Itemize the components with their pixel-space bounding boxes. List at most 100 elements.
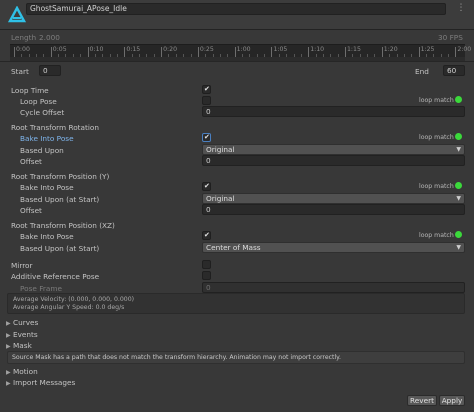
additive-pose-label: Additive Reference Pose xyxy=(11,272,100,281)
curves-label: Curves xyxy=(13,318,39,327)
motion-label: Motion xyxy=(13,367,38,376)
timeline-tick xyxy=(14,47,15,57)
position-xz-section-label: Root Transform Position (XZ) xyxy=(11,221,115,230)
loop-match-indicator-icon xyxy=(455,96,462,103)
cycle-offset-field[interactable]: 0 xyxy=(202,106,465,117)
loop-pose-label: Loop Pose xyxy=(20,97,57,106)
fps-value: 30 FPS xyxy=(438,33,463,42)
position-y-based-upon-label: Based Upon (at Start) xyxy=(20,195,100,204)
animation-clip-icon xyxy=(8,6,26,23)
timeline-tick-label: 1:15 xyxy=(347,46,361,53)
events-label: Events xyxy=(13,330,38,339)
apply-button[interactable]: Apply xyxy=(439,395,465,406)
end-label: End xyxy=(415,67,429,76)
position-xz-bake-checkbox[interactable] xyxy=(202,231,211,240)
loop-pose-checkbox[interactable] xyxy=(202,96,211,105)
timeline-tick-label: 1:25 xyxy=(420,46,435,53)
chevron-down-icon: ▼ xyxy=(456,146,461,153)
motion-foldout[interactable]: ▶ Motion xyxy=(6,367,38,376)
timeline-tick xyxy=(381,47,383,57)
position-y-bake-checkbox[interactable] xyxy=(202,182,211,191)
position-y-section-label: Root Transform Position (Y) xyxy=(11,172,110,181)
additive-pose-checkbox[interactable] xyxy=(202,271,211,280)
rotation-offset-label: Offset xyxy=(20,157,42,166)
timeline-tick-label: 2:00 xyxy=(457,46,472,53)
timeline-tick-label: 0:00 xyxy=(16,46,30,53)
timeline-tick-label: 1:05 xyxy=(273,46,288,53)
curves-foldout[interactable]: ▶ Curves xyxy=(6,318,38,327)
mirror-checkbox[interactable] xyxy=(202,260,211,269)
position-xz-based-upon-value: Center of Mass xyxy=(206,243,261,252)
cycle-offset-label: Cycle Offset xyxy=(20,108,65,117)
rotation-offset-field[interactable]: 0 xyxy=(202,155,465,166)
rotation-loop-match-label: loop match xyxy=(419,134,454,141)
loop-time-checkbox[interactable] xyxy=(202,85,211,94)
rotation-based-upon-label: Based Upon xyxy=(20,146,64,155)
events-foldout[interactable]: ▶ Events xyxy=(6,330,38,339)
timeline-tick-label: 0:10 xyxy=(89,46,104,53)
position-y-based-upon-value: Original xyxy=(206,194,235,203)
average-angular-speed-text: Average Angular Y Speed: 0.0 deg/s xyxy=(13,304,125,311)
position-xz-match-indicator-icon xyxy=(455,231,462,238)
timeline-tick xyxy=(418,47,420,57)
timeline-tick xyxy=(234,47,236,57)
timeline-tick-label: 0:25 xyxy=(199,46,214,53)
timeline-tick xyxy=(124,47,126,57)
motion-info-box: Average Velocity: (0.000, 0.000, 0.000) … xyxy=(7,293,465,314)
position-xz-based-upon-label: Based Upon (at Start) xyxy=(20,244,100,253)
divider xyxy=(0,61,474,62)
chevron-down-icon: ▼ xyxy=(456,244,461,251)
position-y-bake-label: Bake Into Pose xyxy=(20,183,74,192)
timeline-tick-label: 0:15 xyxy=(126,46,141,53)
position-y-offset-field[interactable]: 0 xyxy=(202,204,465,215)
rotation-bake-checkbox[interactable] xyxy=(202,133,211,142)
chevron-right-icon: ▶ xyxy=(6,380,11,387)
more-options-icon[interactable]: ⋮ xyxy=(456,2,466,14)
position-xz-based-upon-dropdown[interactable]: Center of Mass ▼ xyxy=(202,242,465,253)
import-messages-foldout[interactable]: ▶ Import Messages xyxy=(6,378,75,387)
chevron-right-icon: ▶ xyxy=(6,343,11,350)
average-velocity-text: Average Velocity: (0.000, 0.000, 0.000) xyxy=(13,296,135,303)
rotation-based-upon-dropdown[interactable]: Original ▼ xyxy=(202,144,465,155)
mask-foldout[interactable]: ▶ Mask xyxy=(6,341,32,350)
chevron-down-icon: ▼ xyxy=(456,195,461,202)
position-y-loop-match-label: loop match xyxy=(419,183,454,190)
timeline-tick xyxy=(271,47,273,57)
position-xz-loop-match-label: loop match xyxy=(419,232,454,239)
chevron-right-icon: ▶ xyxy=(6,332,11,339)
rotation-section-label: Root Transform Rotation xyxy=(11,123,99,132)
timeline-ruler[interactable]: 0:00 0:05 0:10 0:15 0:20 0:25 1:00 1:05 1:10 1:15… xyxy=(10,44,471,57)
start-field[interactable]: 0 xyxy=(39,65,61,76)
timeline-tick-label: 1:00 xyxy=(236,46,251,53)
length-label: Length xyxy=(11,33,37,42)
timeline-tick-label: 1:20 xyxy=(383,46,398,53)
timeline-tick xyxy=(161,47,163,57)
position-y-offset-label: Offset xyxy=(20,206,42,215)
chevron-right-icon: ▶ xyxy=(6,369,11,376)
mirror-label: Mirror xyxy=(11,261,33,270)
start-label: Start xyxy=(11,67,29,76)
timeline-tick xyxy=(308,47,310,57)
rotation-bake-label: Bake Into Pose xyxy=(20,134,74,143)
loop-match-label: loop match xyxy=(419,97,454,104)
revert-button[interactable]: Revert xyxy=(407,395,437,406)
pose-frame-field: 0 xyxy=(202,282,465,293)
position-xz-bake-label: Bake Into Pose xyxy=(20,232,74,241)
timeline-tick xyxy=(197,47,199,57)
clip-name-field[interactable]: GhostSamurai_APose_Idle xyxy=(26,3,446,15)
clip-header: GhostSamurai_APose_Idle ⋮ xyxy=(0,0,474,30)
loop-time-label: Loop Time xyxy=(11,86,49,95)
position-y-match-indicator-icon xyxy=(455,182,462,189)
timeline-tick xyxy=(345,47,346,57)
timeline-tick-label: 1:10 xyxy=(310,46,325,53)
timeline-tick-label: 0:20 xyxy=(163,46,178,53)
import-messages-label: Import Messages xyxy=(13,378,76,387)
end-field[interactable]: 60 xyxy=(443,65,465,76)
pose-frame-label: Pose Frame xyxy=(20,284,62,293)
timeline-tick xyxy=(455,47,457,57)
timeline-tick xyxy=(87,47,89,57)
length-value: 2.000 xyxy=(39,33,60,42)
position-y-based-upon-dropdown[interactable]: Original ▼ xyxy=(202,193,465,204)
length-row: Length 2.000 30 FPS xyxy=(0,33,474,43)
timeline-tick-label: 0:05 xyxy=(52,46,67,53)
